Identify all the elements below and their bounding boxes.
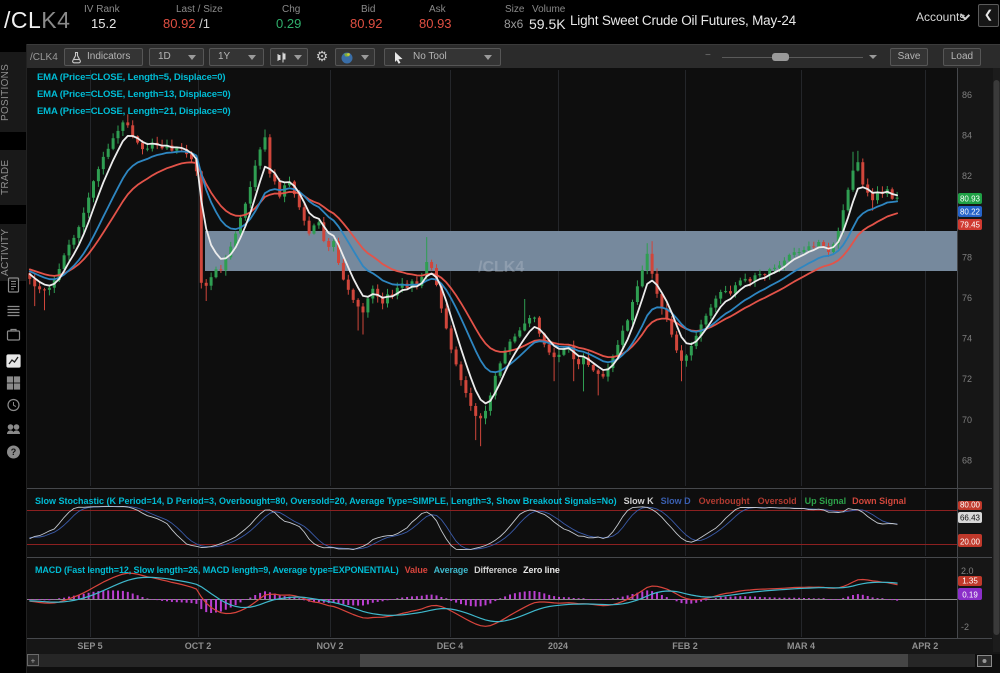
svg-text:79.45: 79.45 (960, 221, 981, 230)
svg-text:66.43: 66.43 (960, 514, 981, 523)
svg-text:SEP 5: SEP 5 (77, 641, 102, 651)
svg-text:74: 74 (962, 334, 972, 344)
svg-text:2.0: 2.0 (961, 566, 974, 576)
svg-text:80.93: 80.93 (960, 195, 981, 204)
svg-text:76: 76 (962, 293, 972, 303)
svg-text:?: ? (11, 447, 17, 457)
svg-text:1.35: 1.35 (962, 577, 978, 586)
svg-text:68: 68 (962, 455, 972, 465)
svg-text:FEB 2: FEB 2 (672, 641, 698, 651)
svg-text:80.22: 80.22 (960, 208, 981, 217)
svg-text:78: 78 (962, 252, 972, 262)
svg-text:0.19: 0.19 (962, 591, 978, 600)
svg-text:82: 82 (962, 171, 972, 181)
svg-text:OCT 2: OCT 2 (185, 641, 212, 651)
svg-text:2024: 2024 (548, 641, 568, 651)
svg-text:EMA (Price=CLOSE, Length=21, D: EMA (Price=CLOSE, Length=21, Displace=0) (37, 106, 230, 117)
svg-text:DEC 4: DEC 4 (437, 641, 464, 651)
svg-text:Slow Stochastic (K Period=14,: Slow Stochastic (K Period=14, D Period=3… (35, 496, 906, 506)
svg-text:MAR 4: MAR 4 (787, 641, 815, 651)
svg-text:20.00: 20.00 (960, 538, 981, 547)
svg-text:/CLK4: /CLK4 (478, 259, 524, 276)
svg-text:EMA (Price=CLOSE, Length=5, Di: EMA (Price=CLOSE, Length=5, Displace=0) (37, 72, 225, 83)
svg-text:86: 86 (962, 90, 972, 100)
svg-text:80.00: 80.00 (960, 501, 981, 510)
svg-text:APR 2: APR 2 (912, 641, 939, 651)
svg-text:72: 72 (962, 374, 972, 384)
svg-text:70: 70 (962, 415, 972, 425)
svg-text:NOV 2: NOV 2 (316, 641, 343, 651)
svg-text:-2: -2 (961, 622, 969, 632)
svg-text:+: + (31, 657, 36, 666)
svg-text:84: 84 (962, 131, 972, 141)
svg-text:EMA (Price=CLOSE, Length=13, D: EMA (Price=CLOSE, Length=13, Displace=0) (37, 89, 230, 100)
svg-text:MACD (Fast length=12, Slow len: MACD (Fast length=12, Slow length=26, MA… (35, 565, 560, 575)
